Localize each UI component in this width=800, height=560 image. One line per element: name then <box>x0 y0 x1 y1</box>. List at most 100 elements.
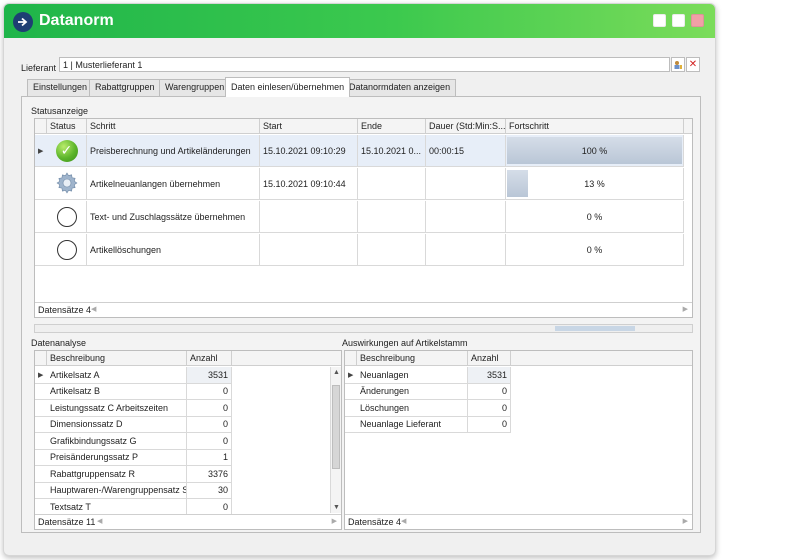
tab-daten-einlesen[interactable]: Daten einlesen/übernehmen <box>225 77 351 97</box>
table-row[interactable]: Artikelsatz B0 <box>35 383 232 400</box>
analysis-group-title: Datenanalyse <box>31 338 87 348</box>
table-row[interactable]: Artikelneuanlangen übernehmen 15.10.2021… <box>35 168 684 200</box>
table-row[interactable]: ▶ ✓ Preisberechnung und Artikeländerunge… <box>35 135 684 167</box>
description-cell: Änderungen <box>357 383 468 399</box>
tab-warengruppen[interactable]: Warengruppen <box>159 79 231 96</box>
supplier-label: Lieferant <box>21 63 57 73</box>
description-cell: Neuanlagen <box>357 367 468 383</box>
count-cell: 0 <box>187 383 232 399</box>
description-cell: Hauptwaren-/Warengruppensatz S <box>47 482 187 498</box>
progress-label: 100 % <box>581 145 608 156</box>
count-cell: 3531 <box>468 367 511 383</box>
description-cell: Textsatz T <box>47 499 187 515</box>
scroll-left-icon[interactable]: ◀ <box>91 303 96 317</box>
description-cell: Artikelsatz B <box>47 383 187 399</box>
table-row[interactable]: Artikellöschungen 0 % <box>35 234 684 266</box>
clear-supplier-icon[interactable]: ✕ <box>686 57 700 72</box>
duration-cell <box>426 201 506 232</box>
count-cell: 0 <box>468 416 511 432</box>
empty-circle-icon <box>56 206 77 227</box>
record-count: Datensätze 4 <box>38 305 92 315</box>
status-horizontal-scrollbar[interactable] <box>34 324 693 333</box>
table-row[interactable]: Grafikbindungssatz G0 <box>35 433 232 450</box>
analysis-footer: Datensätze 11 ◀ ▶ <box>35 514 341 529</box>
description-cell: Löschungen <box>357 400 468 416</box>
header-beschreibung[interactable]: Beschreibung <box>47 351 187 366</box>
duration-cell <box>426 234 506 265</box>
scroll-down-icon[interactable]: ▼ <box>333 504 340 511</box>
minimize-button[interactable] <box>653 14 666 27</box>
table-row[interactable]: Hauptwaren-/Warengruppensatz S 30 <box>35 482 232 499</box>
tab-datanormdaten-anzeigen[interactable]: Datanormdaten anzeigen <box>343 79 457 96</box>
table-row[interactable]: ▶ Artikelsatz A 3531 <box>35 367 232 384</box>
record-count: Datensätze 11 <box>38 517 96 527</box>
effects-footer: Datensätze 4 ◀ ▶ <box>345 514 692 529</box>
progress-label: 0 % <box>586 244 603 255</box>
progress-cell: 13 % <box>506 168 684 199</box>
end-cell <box>358 201 426 232</box>
status-header: Status Schritt Start Ende Dauer (Std:Min… <box>35 119 692 134</box>
maximize-button[interactable] <box>672 14 685 27</box>
tab-einstellungen[interactable]: Einstellungen <box>27 79 94 96</box>
step-cell: Preisberechnung und Artikeländerungen <box>87 135 260 166</box>
table-row[interactable]: Leistungssatz C Arbeitszeiten 0 <box>35 400 232 417</box>
start-cell: 15.10.2021 09:10:44 <box>260 168 358 199</box>
header-dauer[interactable]: Dauer (Std:Min:S... <box>426 119 506 134</box>
effects-header: Beschreibung Anzahl <box>345 351 692 366</box>
step-cell: Artikellöschungen <box>87 234 260 265</box>
description-cell: Artikelsatz A <box>47 367 187 383</box>
scroll-right-icon[interactable]: ▶ <box>683 303 688 317</box>
progress-cell: 0 % <box>506 201 684 232</box>
count-cell: 0 <box>187 499 232 515</box>
close-button[interactable] <box>691 14 704 27</box>
supplier-field[interactable]: 1 | Musterlieferant 1 <box>59 57 670 72</box>
header-fortschritt[interactable]: Fortschritt <box>506 119 684 134</box>
count-cell: 3531 <box>187 367 232 383</box>
count-cell: 1 <box>187 449 232 465</box>
progress-cell: 0 % <box>506 234 684 265</box>
check-ok-icon: ✓ <box>55 139 78 162</box>
count-cell: 0 <box>187 416 232 432</box>
scrollbar-thumb[interactable] <box>555 326 635 331</box>
step-cell: Artikelneuanlangen übernehmen <box>87 168 260 199</box>
tab-rabattgruppen[interactable]: Rabattgruppen <box>89 79 161 96</box>
scrollbar-thumb[interactable] <box>332 385 340 469</box>
gear-icon <box>55 171 79 197</box>
header-anzahl[interactable]: Anzahl <box>187 351 232 366</box>
header-status[interactable]: Status <box>47 119 87 134</box>
header-start[interactable]: Start <box>260 119 358 134</box>
header-anzahl[interactable]: Anzahl <box>468 351 511 366</box>
table-row[interactable]: Text- und Zuschlagssätze übernehmen 0 % <box>35 201 684 233</box>
table-row[interactable]: Neuanlage Lieferant 0 <box>345 416 511 433</box>
scroll-left-icon[interactable]: ◀ <box>401 515 406 529</box>
end-cell <box>358 168 426 199</box>
status-grid: Status Schritt Start Ende Dauer (Std:Min… <box>34 118 693 318</box>
progress-cell: 100 % <box>506 135 684 166</box>
description-cell: Neuanlage Lieferant <box>357 416 468 432</box>
start-cell: 15.10.2021 09:10:29 <box>260 135 358 166</box>
table-row[interactable]: Löschungen 0 <box>345 400 511 417</box>
scroll-right-icon[interactable]: ▶ <box>332 515 337 529</box>
analysis-grid: Beschreibung Anzahl ▶ Artikelsatz A 3531 Ar… <box>34 350 342 530</box>
count-cell: 0 <box>187 433 232 449</box>
scroll-up-icon[interactable]: ▲ <box>333 369 340 376</box>
table-row[interactable]: Preisänderungssatz P1 <box>35 449 232 466</box>
table-row[interactable]: Rabattgruppensatz R 3376 <box>35 466 232 483</box>
table-row[interactable]: Änderungen 0 <box>345 383 511 400</box>
analysis-vertical-scrollbar[interactable]: ▲ ▼ <box>330 367 341 513</box>
description-cell: Leistungssatz C Arbeitszeiten <box>47 400 187 416</box>
supplier-lookup-icon[interactable] <box>671 57 685 72</box>
row-indicator-icon: ▶ <box>38 148 44 155</box>
header-indicator <box>35 119 47 134</box>
header-beschreibung[interactable]: Beschreibung <box>357 351 468 366</box>
scroll-left-icon[interactable]: ◀ <box>97 515 102 529</box>
end-cell: 15.10.2021 0... <box>358 135 426 166</box>
table-row[interactable]: ▶ Neuanlagen 3531 <box>345 367 511 384</box>
table-row[interactable]: Dimensionssatz D0 <box>35 416 232 433</box>
header-ende[interactable]: Ende <box>358 119 426 134</box>
title-bar[interactable]: Datanorm <box>4 4 715 38</box>
end-cell <box>358 234 426 265</box>
header-schritt[interactable]: Schritt <box>87 119 260 134</box>
tab-content: Statusanzeige Status Schritt Start Ende … <box>21 96 701 533</box>
scroll-right-icon[interactable]: ▶ <box>683 515 688 529</box>
